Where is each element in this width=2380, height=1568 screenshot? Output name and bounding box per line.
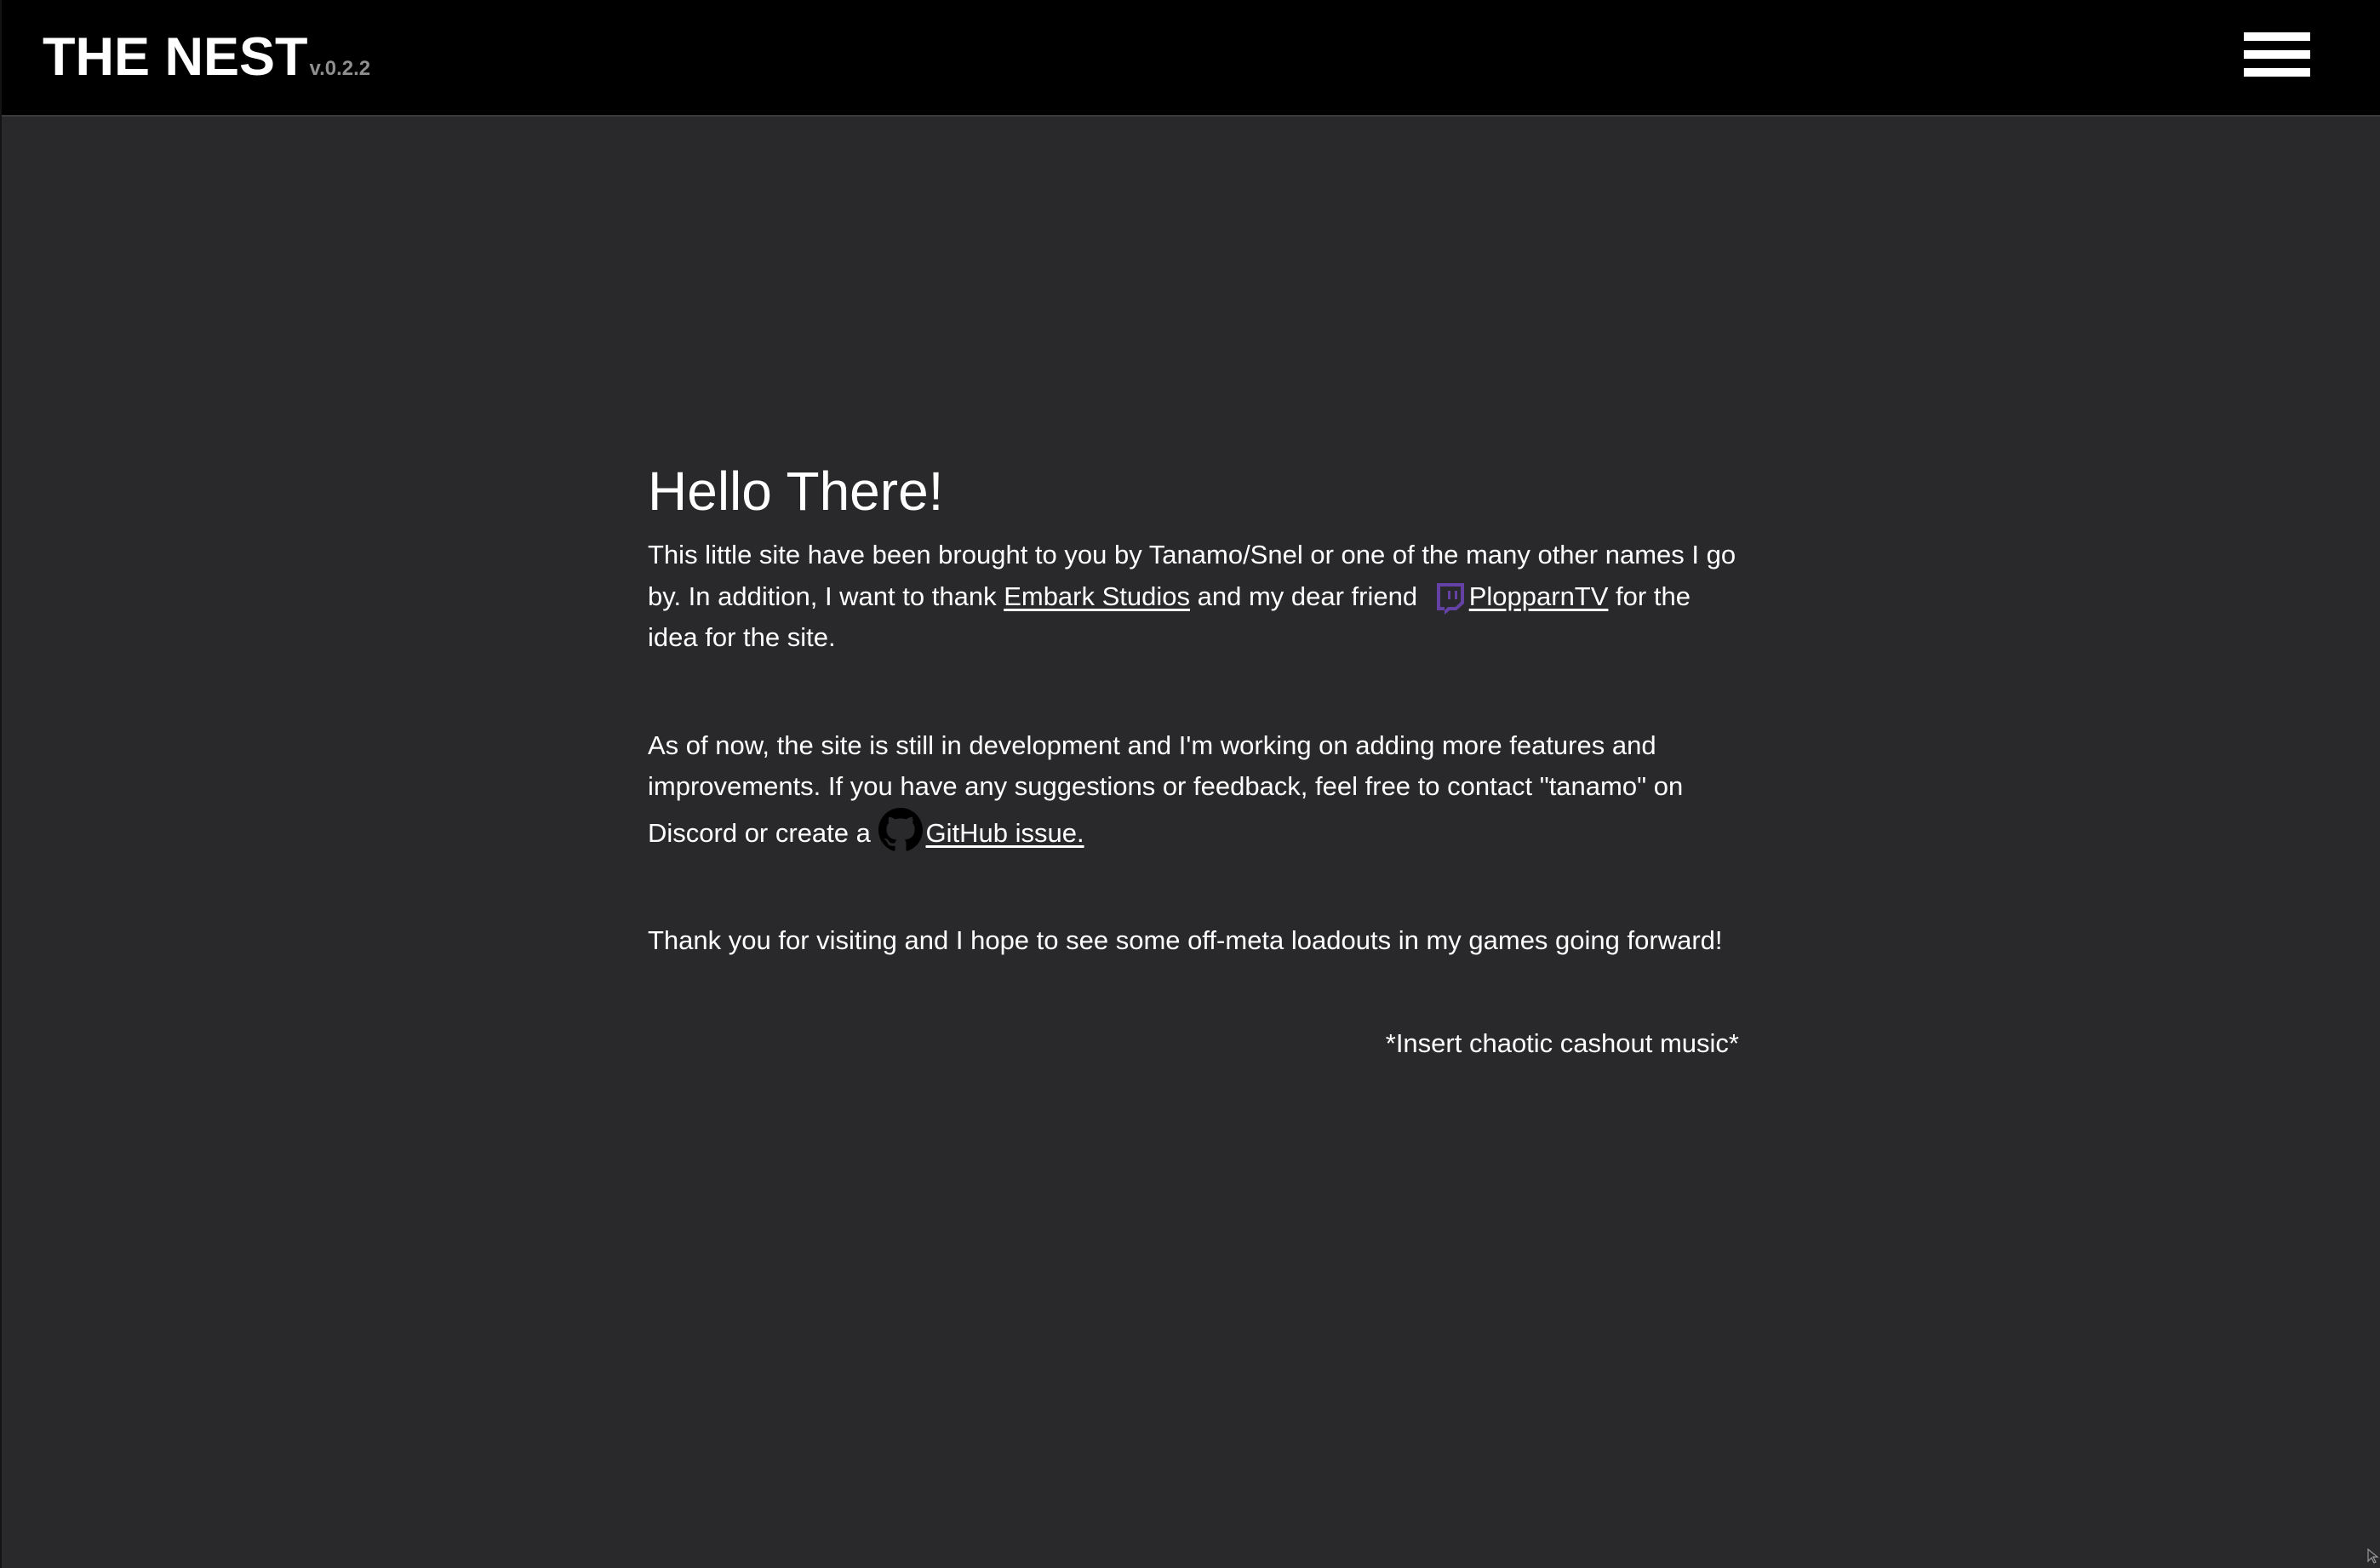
intro-text-middle: and my dear friend [1190,581,1425,611]
hamburger-menu-icon[interactable] [2240,29,2312,80]
menu-bar-bottom [2244,68,2310,77]
version-label: v.0.2.2 [309,57,371,80]
embark-studios-link[interactable]: Embark Studios [1004,581,1190,611]
site-title[interactable]: THE NEST [43,26,308,89]
menu-bar-middle [2244,50,2310,59]
page: THE NEST v.0.2.2 Hello There! This littl… [0,0,2380,1568]
main-content: Hello There! This little site have been … [648,460,1739,1064]
page-heading: Hello There! [648,461,944,522]
top-navigation-bar: THE NEST v.0.2.2 [2,0,2380,117]
development-paragraph: As of now, the site is still in developm… [648,725,1739,855]
twitch-icon [1436,582,1464,615]
site-brand[interactable]: THE NEST v.0.2.2 [43,26,370,89]
menu-bar-top [2244,32,2310,41]
github-issue-link[interactable]: GitHub issue. [926,818,1084,848]
thanks-paragraph: Thank you for visiting and I hope to see… [648,925,1723,955]
resize-corner-icon [2367,1548,2379,1564]
development-text: As of now, the site is still in developm… [648,730,1684,848]
github-icon [878,807,923,851]
intro-paragraph: This little site have been brought to yo… [648,535,1739,659]
signature-text: *Insert chaotic cashout music* [1385,1027,1739,1058]
plopparntv-link[interactable]: PlopparnTV [1469,581,1609,611]
